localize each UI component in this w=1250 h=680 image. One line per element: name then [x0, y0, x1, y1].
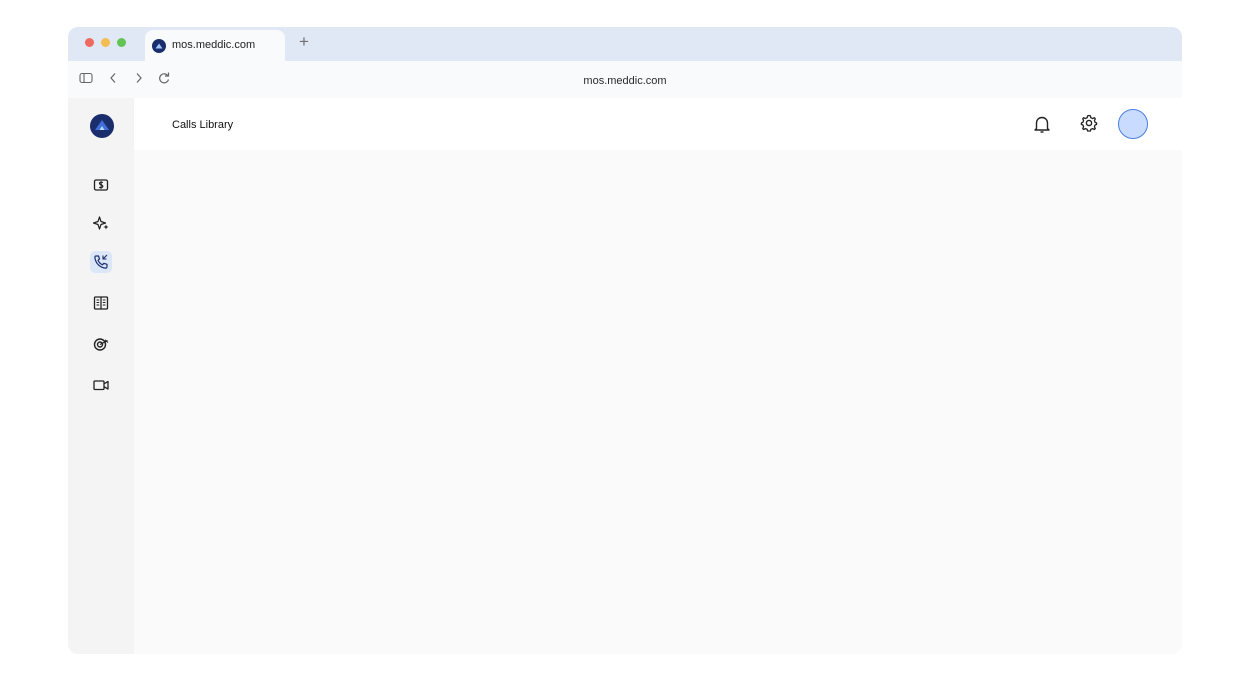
sidebar-item-calls[interactable]: [90, 251, 112, 273]
logo-icon[interactable]: [90, 114, 114, 138]
sidebar-item-playbook[interactable]: [90, 292, 112, 314]
sparkle-icon: [93, 216, 109, 230]
avatar[interactable]: [1118, 109, 1148, 139]
tab-title: mos.meddic.com: [172, 39, 256, 51]
app-content: Calls Library: [68, 98, 1182, 654]
browser-tab[interactable]: mos.meddic.com: [145, 30, 285, 61]
sidebar: [68, 98, 134, 654]
sidebar-item-ai[interactable]: [90, 212, 112, 234]
sidebar-item-deals[interactable]: [90, 174, 112, 196]
favicon-icon: [152, 39, 166, 53]
minimize-window-button[interactable]: [101, 38, 110, 47]
tab-bar: mos.meddic.com +: [68, 27, 1182, 61]
sidebar-item-goals[interactable]: [90, 333, 112, 355]
gear-icon[interactable]: [1079, 113, 1099, 133]
browser-window: mos.meddic.com + mos.meddic.com Calls Li…: [68, 27, 1182, 654]
address-bar[interactable]: mos.meddic.com: [68, 75, 1182, 87]
target-icon: [93, 338, 109, 351]
money-icon: [93, 179, 109, 191]
main-panel: Calls Library: [134, 98, 1182, 654]
video-icon: [93, 380, 109, 391]
phone-calls-icon: [94, 254, 108, 269]
close-window-button[interactable]: [85, 38, 94, 47]
page-title: Calls Library: [172, 119, 234, 131]
new-tab-button[interactable]: +: [299, 32, 309, 52]
page-header: Calls Library: [134, 98, 1182, 150]
maximize-window-button[interactable]: [117, 38, 126, 47]
sidebar-item-recordings[interactable]: [90, 374, 112, 396]
book-icon: [93, 296, 109, 310]
browser-toolbar: mos.meddic.com: [68, 61, 1182, 98]
bell-icon[interactable]: [1032, 114, 1052, 134]
